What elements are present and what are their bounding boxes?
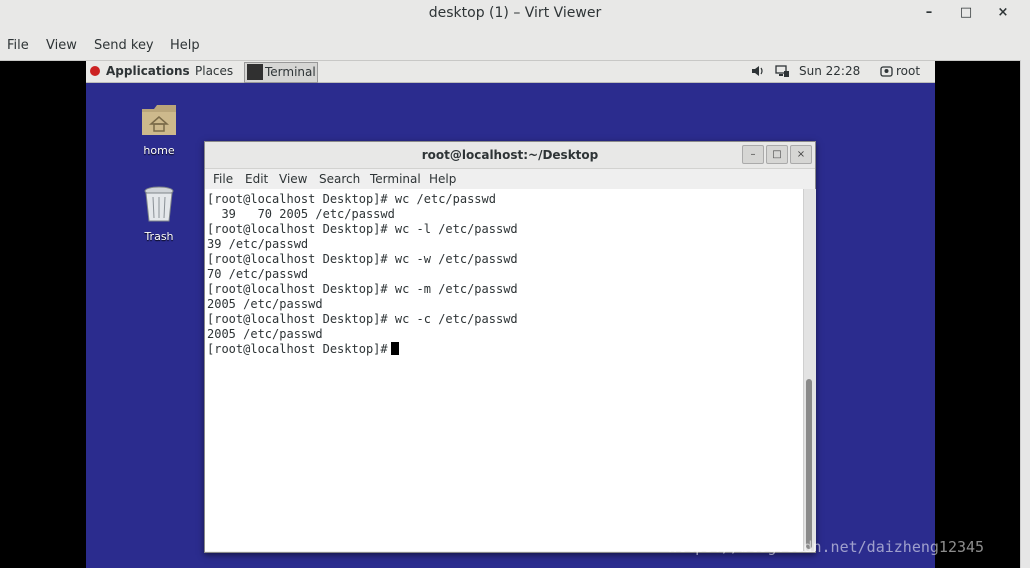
terminal-close-button[interactable]: ×: [790, 145, 812, 164]
watermark: https://blog.csdn.net/daizheng12345: [668, 538, 985, 556]
clock[interactable]: Sun 22:28: [799, 61, 860, 82]
terminal-line: 39 /etc/passwd: [207, 237, 309, 251]
text-cursor: [390, 342, 399, 355]
home-folder-icon: [142, 105, 176, 135]
menu-file[interactable]: File: [7, 32, 29, 60]
places-menu[interactable]: Places: [195, 61, 233, 82]
terminal-prompt-line[interactable]: [root@localhost Desktop]#: [207, 342, 399, 357]
terminal-line: [root@localhost Desktop]# wc /etc/passwd: [207, 192, 496, 206]
guest-desktop: Applications Places Terminal Sun 22:28 r…: [86, 61, 935, 568]
terminal-window[interactable]: root@localhost:~/Desktop – □ × File Edit…: [204, 141, 816, 553]
terminal-title: root@localhost:~/Desktop: [421, 148, 599, 162]
terminal-maximize-button[interactable]: □: [766, 145, 788, 164]
menu-help[interactable]: Help: [170, 32, 200, 60]
taskbar-terminal-button[interactable]: Terminal: [244, 62, 318, 83]
host-window-title: desktop (1) – Virt Viewer: [428, 5, 602, 21]
terminal-menu-view[interactable]: View: [279, 169, 307, 189]
terminal-line: [root@localhost Desktop]# wc -w /etc/pas…: [207, 252, 518, 266]
terminal-line: 70 /etc/passwd: [207, 267, 309, 281]
close-button[interactable]: ×: [990, 0, 1016, 26]
terminal-prompt: [root@localhost Desktop]#: [207, 342, 388, 356]
terminal-line: [root@localhost Desktop]# wc -m /etc/pas…: [207, 282, 518, 296]
menu-view[interactable]: View: [46, 32, 77, 60]
terminal-menu-help[interactable]: Help: [429, 169, 456, 189]
terminal-line: 39 70 2005 /etc/passwd: [207, 207, 395, 221]
terminal-menu-search[interactable]: Search: [319, 169, 360, 189]
user-menu[interactable]: root: [896, 61, 920, 82]
minimize-button[interactable]: –: [916, 0, 942, 26]
terminal-line: [root@localhost Desktop]# wc -c /etc/pas…: [207, 312, 518, 326]
menu-send-key[interactable]: Send key: [94, 32, 154, 60]
terminal-scrollbar[interactable]: [803, 189, 816, 551]
speaker-icon[interactable]: [751, 65, 765, 77]
user-icon: [880, 66, 893, 77]
guest-top-panel: Applications Places Terminal Sun 22:28 r…: [86, 61, 935, 83]
terminal-scrollbar-thumb[interactable]: [806, 379, 812, 549]
redhat-logo-icon: [90, 66, 100, 76]
terminal-line: 2005 /etc/passwd: [207, 297, 323, 311]
terminal-line: [root@localhost Desktop]# wc -l /etc/pas…: [207, 222, 518, 236]
terminal-menubar: File Edit View Search Terminal Help: [205, 169, 815, 190]
terminal-output[interactable]: [root@localhost Desktop]# wc /etc/passwd…: [205, 189, 803, 551]
trash-icon: [144, 186, 174, 222]
maximize-button[interactable]: □: [953, 0, 979, 26]
host-titlebar: desktop (1) – Virt Viewer – □ ×: [0, 0, 1030, 33]
terminal-menu-terminal[interactable]: Terminal: [370, 169, 421, 189]
terminal-icon: [247, 64, 263, 80]
network-icon[interactable]: [775, 65, 790, 78]
terminal-menu-file[interactable]: File: [213, 169, 233, 189]
terminal-menu-edit[interactable]: Edit: [245, 169, 268, 189]
desktop-icon-trash[interactable]: Trash: [129, 185, 189, 243]
terminal-titlebar[interactable]: root@localhost:~/Desktop – □ ×: [205, 142, 815, 169]
host-menubar: File View Send key Help: [0, 32, 1030, 61]
applications-menu[interactable]: Applications: [90, 61, 190, 82]
terminal-line: 2005 /etc/passwd: [207, 327, 323, 341]
desktop-icon-home[interactable]: home: [129, 103, 189, 157]
host-scrollbar[interactable]: [1020, 60, 1030, 568]
terminal-minimize-button[interactable]: –: [742, 145, 764, 164]
